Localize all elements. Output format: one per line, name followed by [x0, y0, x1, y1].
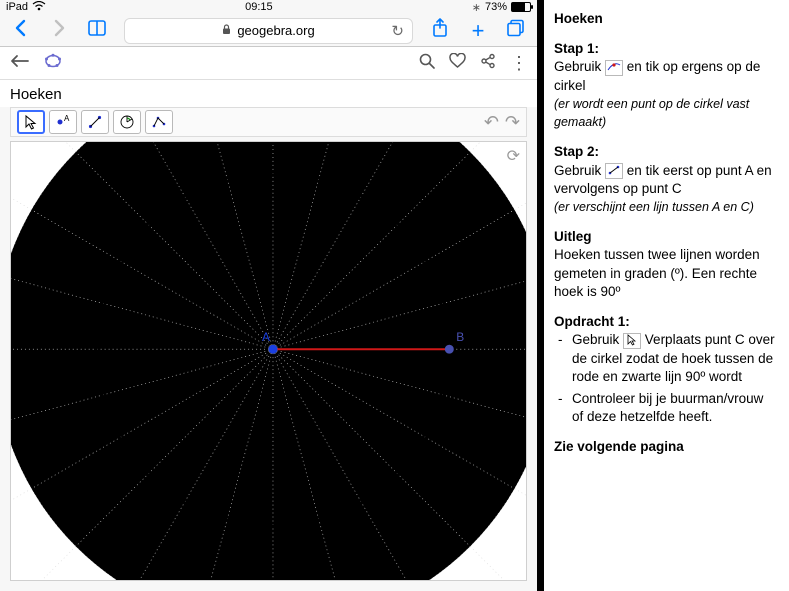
doc-footer: Zie volgende pagina	[554, 439, 684, 454]
point-a[interactable]	[269, 344, 278, 353]
new-tab-button[interactable]: +	[467, 18, 489, 44]
point-a-label: A	[262, 330, 270, 344]
step2-text-a: Gebruik	[554, 163, 605, 178]
canvas-reset-icon[interactable]: ⟳	[507, 146, 520, 166]
bookmarks-button[interactable]	[86, 19, 108, 43]
wifi-icon	[32, 1, 46, 14]
tool-point[interactable]: A	[49, 110, 77, 134]
reload-icon[interactable]: ↻	[391, 22, 404, 40]
forward-button[interactable]	[48, 19, 70, 43]
tool-polygon[interactable]	[145, 110, 173, 134]
battery-pct: 73%	[485, 1, 507, 13]
step1-note: (er wordt een punt op de cirkel vast gem…	[554, 97, 749, 129]
tool-segment[interactable]	[81, 110, 109, 134]
move-icon	[623, 333, 641, 349]
more-icon[interactable]: ⋮	[510, 53, 527, 74]
safari-toolbar: geogebra.org ↻ +	[0, 15, 537, 48]
canvas-svg[interactable]: A B	[11, 142, 526, 580]
uitleg-text: Hoeken tussen twee lijnen worden gemeten…	[554, 247, 760, 298]
favorite-icon[interactable]	[449, 53, 466, 74]
share-icon[interactable]	[480, 53, 496, 74]
pointoncircle-icon	[605, 60, 623, 76]
carrier-label: iPad	[6, 1, 28, 13]
step2-note: (er verschijnt een lijn tussen A en C)	[554, 200, 754, 214]
bluetooth-icon: ∗	[472, 1, 481, 14]
redo-button[interactable]: ↷	[505, 112, 520, 133]
app-back-button[interactable]	[10, 53, 30, 73]
geogebra-toolbar: A ↶ ↷	[10, 107, 527, 136]
battery-icon	[511, 2, 531, 12]
tool-angle[interactable]	[113, 110, 141, 134]
point-b[interactable]	[445, 344, 454, 353]
step2-heading: Stap 2:	[554, 144, 599, 159]
undo-button[interactable]: ↶	[484, 112, 499, 133]
doc-heading: Hoeken	[554, 11, 603, 26]
segment-icon	[605, 163, 623, 179]
step1-text-a: Gebruik	[554, 59, 605, 74]
search-icon[interactable]	[419, 53, 435, 74]
step1-heading: Stap 1:	[554, 41, 599, 56]
tool-move[interactable]	[17, 110, 45, 134]
opdracht-item-2: Controleer bij je buurman/vrouw of deze …	[558, 390, 775, 426]
instructions-pane: Hoeken Stap 1: Gebruik en tik op ergens …	[544, 0, 789, 591]
page-title: Hoeken	[0, 80, 537, 107]
opdracht-item-1: Gebruik Verplaats punt C over de cirkel …	[558, 331, 775, 386]
point-b-label: B	[456, 330, 464, 344]
svg-text:A: A	[64, 114, 70, 123]
opdracht-heading: Opdracht 1:	[554, 314, 630, 329]
back-button[interactable]	[10, 19, 32, 43]
share-button[interactable]	[429, 18, 451, 44]
status-bar: iPad 09:15 ∗ 73%	[0, 0, 537, 15]
url-bar[interactable]: geogebra.org ↻	[124, 18, 413, 44]
clock: 09:15	[245, 1, 273, 13]
uitleg-heading: Uitleg	[554, 229, 592, 244]
tabs-button[interactable]	[505, 19, 527, 43]
split-divider	[537, 0, 544, 591]
app-bar: ⋮	[0, 47, 537, 80]
lock-icon	[222, 24, 231, 38]
url-host: geogebra.org	[237, 23, 314, 38]
geogebra-canvas[interactable]: ⟳	[10, 141, 527, 581]
geogebra-logo-icon[interactable]	[44, 52, 62, 75]
